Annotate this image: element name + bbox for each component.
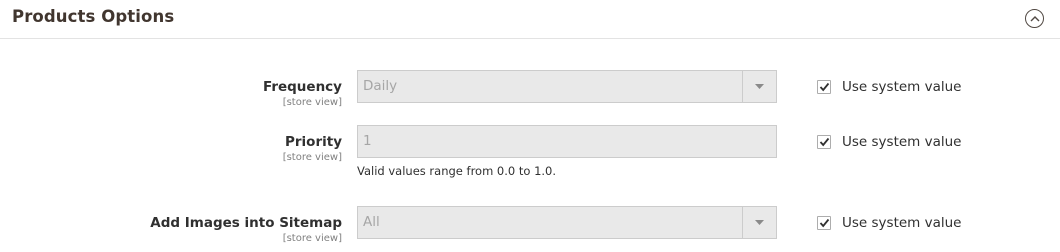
priority-input[interactable]: 1 <box>357 125 777 158</box>
checkmark-icon <box>819 218 830 228</box>
field-label-block: Priority [store view] <box>283 133 342 164</box>
use-system-label[interactable]: Use system value <box>842 78 961 96</box>
field-label-block: Frequency [store view] <box>263 78 342 109</box>
scope-label: [store view] <box>282 152 342 163</box>
caret-down-icon <box>755 220 764 225</box>
select-value: All <box>363 214 380 230</box>
use-system-checkbox[interactable] <box>817 80 831 94</box>
section-header[interactable]: Products Options <box>0 0 1060 39</box>
field-label: Frequency <box>262 79 342 95</box>
products-options-section: Products Options Frequency [store view] … <box>0 0 1060 252</box>
frequency-select[interactable]: Daily <box>357 70 777 103</box>
field-note: Valid values range from 0.0 to 1.0. <box>357 164 557 178</box>
section-title: Products Options <box>12 7 175 26</box>
caret-down-icon <box>755 84 764 89</box>
field-label: Add Images into Sitemap <box>150 215 342 231</box>
field-label: Priority <box>285 134 342 150</box>
field-label-block: Add Images into Sitemap [store view] <box>150 214 342 245</box>
scope-label: [store view] <box>282 97 342 108</box>
checkmark-icon <box>819 82 830 92</box>
add-images-select[interactable]: All <box>357 206 777 239</box>
use-system-checkbox[interactable] <box>817 216 831 230</box>
select-arrow[interactable] <box>742 71 776 102</box>
use-system-label[interactable]: Use system value <box>842 214 961 232</box>
scope-label: [store view] <box>282 233 342 244</box>
checkmark-icon <box>819 137 830 147</box>
select-value: Daily <box>363 78 398 94</box>
use-system-checkbox[interactable] <box>817 135 831 149</box>
chevron-up-circle-icon[interactable] <box>1025 9 1044 28</box>
input-value: 1 <box>363 133 372 149</box>
use-system-label[interactable]: Use system value <box>842 133 961 151</box>
select-arrow[interactable] <box>742 207 776 238</box>
